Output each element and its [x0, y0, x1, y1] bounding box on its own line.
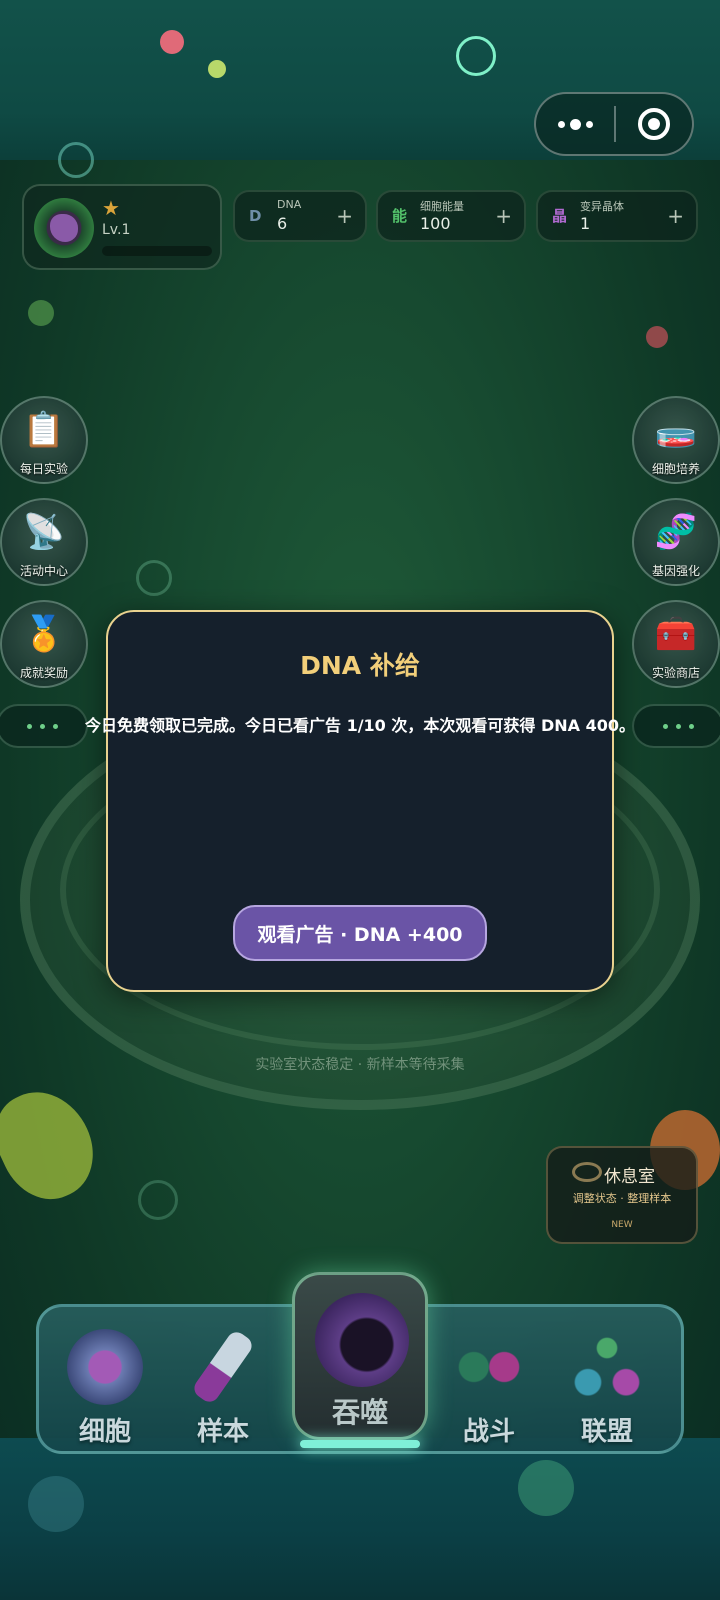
bottom-background	[0, 1438, 720, 1600]
more-dots-icon[interactable]	[536, 94, 614, 154]
mini-program-capsule	[534, 92, 694, 156]
dialog-title: DNA 补给	[300, 651, 420, 680]
target-close-icon[interactable]	[616, 108, 692, 140]
bubble-decoration	[28, 1476, 84, 1532]
bubble-decoration	[160, 30, 184, 54]
bubble-decoration	[208, 60, 226, 78]
bubble-decoration	[456, 36, 496, 76]
dialog-message: 今日免费领取已完成。今日已看广告 1/10 次，本次观看可获得 DNA 400。	[85, 716, 635, 735]
bubble-decoration	[518, 1460, 574, 1516]
watch-ad-button[interactable]: 观看广告 · DNA +400	[233, 905, 487, 961]
nav-active-indicator	[300, 1440, 420, 1448]
